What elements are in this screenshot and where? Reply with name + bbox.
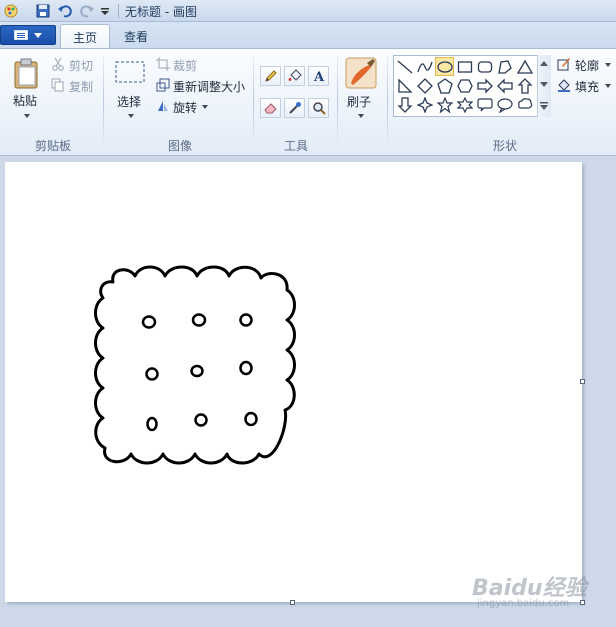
diamond-shape-icon[interactable]: [415, 76, 434, 95]
cloud-callout-shape-icon[interactable]: [515, 95, 534, 114]
resize-icon: [155, 77, 171, 93]
rectangle-shape-icon[interactable]: [455, 57, 474, 76]
select-dropdown-icon[interactable]: [128, 114, 134, 118]
rounded-callout-shape-icon[interactable]: [475, 95, 494, 114]
oval-callout-shape-icon[interactable]: [495, 95, 514, 114]
text-icon[interactable]: A: [308, 66, 329, 86]
watermark-url: jingyan.baidu.com: [477, 598, 570, 609]
four-point-star-shape-icon[interactable]: [415, 95, 434, 114]
group-divider: [103, 56, 104, 148]
rotate-dropdown-icon[interactable]: [202, 105, 208, 109]
outline-icon: [556, 56, 572, 72]
drawing-canvas[interactable]: [5, 162, 582, 602]
tools-group-label: 工具: [283, 139, 308, 153]
outline-button[interactable]: 轮廓: [575, 57, 599, 74]
copy-button[interactable]: 复制: [69, 78, 93, 95]
right-arrow-shape-icon[interactable]: [475, 76, 494, 95]
curve-shape-icon[interactable]: [415, 57, 434, 76]
tab-home[interactable]: 主页: [60, 24, 111, 49]
rotate-icon: [155, 98, 171, 114]
title-bar: 无标题 - 画图: [0, 0, 616, 22]
gallery-scroll-down-icon[interactable]: [538, 80, 550, 90]
chevron-down-icon: [34, 32, 42, 38]
file-menu-button[interactable]: [0, 25, 56, 45]
fill-icon: [556, 77, 572, 93]
up-arrow-shape-icon[interactable]: [515, 76, 534, 95]
oval-shape-icon[interactable]: [435, 57, 454, 76]
line-shape-icon[interactable]: [395, 57, 414, 76]
canvas-resize-handle-bottom[interactable]: [290, 600, 295, 605]
fill-button[interactable]: 填充: [575, 78, 599, 95]
title-separator: [118, 4, 119, 18]
select-label: 选择: [117, 95, 142, 109]
eraser-icon[interactable]: [260, 98, 281, 118]
clipboard-group-label: 剪贴板: [34, 139, 71, 153]
brushes-dropdown-icon[interactable]: [358, 114, 364, 118]
gallery-scroll-up-icon[interactable]: [538, 58, 550, 68]
tab-view[interactable]: 查看: [112, 24, 160, 49]
rounded-rectangle-shape-icon[interactable]: [475, 57, 494, 76]
outline-dropdown-icon[interactable]: [605, 63, 611, 67]
rotate-button[interactable]: 旋转: [173, 99, 197, 116]
window-title: 无标题 - 画图: [125, 5, 197, 19]
select-button[interactable]: [113, 58, 147, 86]
biscuit-outline: [94, 265, 296, 465]
group-divider: [253, 56, 254, 148]
paste-label: 粘贴: [13, 94, 38, 108]
resize-button[interactable]: 重新调整大小: [173, 78, 245, 95]
left-arrow-shape-icon[interactable]: [495, 76, 514, 95]
crop-button[interactable]: 裁剪: [173, 57, 197, 74]
pentagon-shape-icon[interactable]: [435, 76, 454, 95]
redo-icon[interactable]: [78, 2, 96, 20]
triangle-shape-icon[interactable]: [515, 57, 534, 76]
paste-button[interactable]: [10, 56, 44, 90]
brush-icon[interactable]: [344, 56, 378, 90]
shapes-group-label: 形状: [492, 139, 517, 153]
down-arrow-shape-icon[interactable]: [395, 95, 414, 114]
group-divider: [387, 56, 388, 148]
svg-text:A: A: [313, 70, 325, 83]
group-divider: [337, 56, 338, 148]
pencil-icon[interactable]: [260, 66, 281, 86]
copy-icon: [50, 77, 66, 93]
undo-icon[interactable]: [56, 2, 74, 20]
crop-icon: [155, 56, 171, 72]
six-point-star-shape-icon[interactable]: [455, 95, 474, 114]
color-picker-icon[interactable]: [284, 98, 305, 118]
brushes-label: 刷子: [347, 95, 372, 109]
gallery-expand-icon[interactable]: [538, 100, 550, 112]
scissors-icon: [50, 56, 66, 72]
canvas-resize-handle-right[interactable]: [580, 379, 585, 384]
paste-dropdown-icon[interactable]: [24, 114, 30, 118]
polygon-shape-icon[interactable]: [495, 57, 514, 76]
cut-button[interactable]: 剪切: [69, 57, 93, 74]
save-icon[interactable]: [34, 2, 52, 20]
customize-qat-icon[interactable]: [98, 2, 112, 20]
fill-bucket-icon[interactable]: [284, 66, 305, 86]
biscuit-drawing: [94, 265, 296, 465]
right-triangle-shape-icon[interactable]: [395, 76, 414, 95]
magnifier-icon[interactable]: [308, 98, 329, 118]
image-group-label: 图像: [167, 139, 192, 153]
fill-dropdown-icon[interactable]: [605, 84, 611, 88]
paint-app-icon[interactable]: [2, 2, 20, 20]
file-menu-icon: [14, 30, 28, 40]
hexagon-shape-icon[interactable]: [455, 76, 474, 95]
five-point-star-shape-icon[interactable]: [435, 95, 454, 114]
